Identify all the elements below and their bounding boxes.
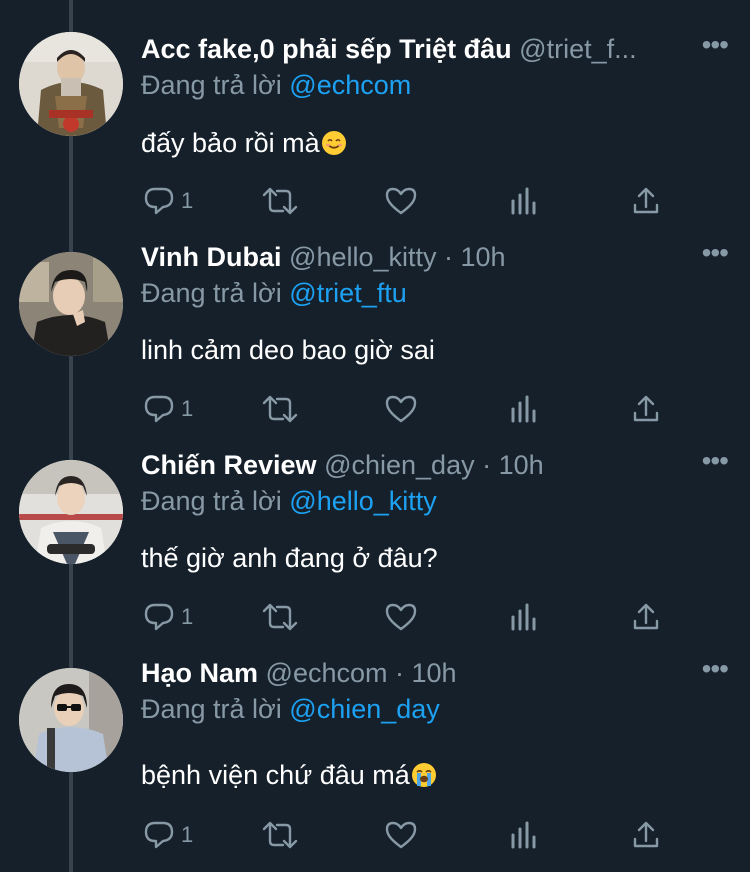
- tweet-text: linh cảm deo bao giờ sai: [141, 331, 435, 369]
- avatar[interactable]: [19, 460, 123, 564]
- analytics-button[interactable]: [509, 181, 539, 221]
- analytics-icon: [511, 395, 536, 423]
- tweet-text-content: đấy bảo rồi mà: [141, 128, 320, 158]
- reply-count: 1: [181, 396, 194, 421]
- reply-count: 1: [181, 822, 194, 847]
- tweet-header: Vinh Dubai @hello_kitty · 10h: [141, 238, 681, 276]
- share-icon: [633, 603, 659, 630]
- handle-and-time[interactable]: @triet_f...: [519, 34, 636, 64]
- share-icon: [633, 187, 659, 214]
- like-button[interactable]: [384, 597, 418, 637]
- analytics-button[interactable]: [509, 815, 539, 855]
- retweet-button[interactable]: [261, 815, 299, 855]
- replying-to-label: Đang trả lời: [141, 694, 282, 724]
- replying-to-label: Đang trả lời: [141, 486, 282, 516]
- more-icon[interactable]: •••: [688, 654, 729, 692]
- reply-mention-link[interactable]: @chien_day: [289, 694, 440, 724]
- share-button[interactable]: [631, 597, 661, 637]
- replying-to: Đang trả lời @hello_kitty: [141, 482, 437, 520]
- retweet-button[interactable]: [261, 389, 299, 429]
- loudly-crying-face-emoji: [411, 763, 436, 787]
- avatar[interactable]: [19, 668, 123, 772]
- tweet-text-content: thế giờ anh đang ở đâu?: [141, 543, 438, 573]
- reply-button[interactable]: 1: [143, 597, 193, 637]
- reply-button[interactable]: 1: [143, 815, 193, 855]
- analytics-icon: [511, 603, 536, 631]
- display-name[interactable]: Hạo Nam: [141, 658, 258, 688]
- heart-icon: [385, 821, 417, 849]
- retweet-icon: [262, 821, 298, 849]
- tweet-actions: 1: [141, 181, 681, 221]
- reply-button[interactable]: 1: [143, 181, 193, 221]
- reply-count: 1: [181, 604, 194, 629]
- share-icon: [633, 821, 659, 848]
- more-icon[interactable]: •••: [688, 446, 729, 484]
- share-icon: [633, 395, 659, 422]
- avatar[interactable]: [19, 252, 123, 356]
- tweet-text-content: linh cảm deo bao giờ sai: [141, 335, 435, 365]
- replying-to: Đang trả lời @triet_ftu: [141, 274, 407, 312]
- handle-and-time[interactable]: @echcom · 10h: [266, 658, 457, 688]
- heart-icon: [385, 603, 417, 631]
- heart-icon: [385, 187, 417, 215]
- replying-to: Đang trả lời @echcom: [141, 66, 411, 104]
- replying-to-label: Đang trả lời: [141, 278, 282, 308]
- retweet-button[interactable]: [261, 181, 299, 221]
- tweet-header: Chiến Review @chien_day · 10h: [141, 446, 681, 484]
- reply-mention-link[interactable]: @triet_ftu: [289, 278, 406, 308]
- tweet-actions: 1: [141, 815, 681, 855]
- tweet-actions: 1: [141, 597, 681, 637]
- reply-icon: [144, 603, 174, 631]
- handle-and-time[interactable]: @chien_day · 10h: [324, 450, 544, 480]
- reply-button[interactable]: 1: [143, 389, 193, 429]
- display-name[interactable]: Vinh Dubai: [141, 242, 282, 272]
- reply-mention-link[interactable]: @echcom: [289, 70, 411, 100]
- tweet-header: Acc fake,0 phải sếp Triệt đâu @triet_f..…: [141, 30, 681, 68]
- share-button[interactable]: [631, 181, 661, 221]
- retweet-icon: [262, 187, 298, 215]
- analytics-button[interactable]: [509, 389, 539, 429]
- share-button[interactable]: [631, 389, 661, 429]
- reply-mention-link[interactable]: @hello_kitty: [289, 486, 436, 516]
- like-button[interactable]: [384, 815, 418, 855]
- analytics-icon: [511, 821, 536, 849]
- reply-count: 1: [181, 188, 194, 213]
- like-button[interactable]: [384, 389, 418, 429]
- analytics-button[interactable]: [509, 597, 539, 637]
- more-icon[interactable]: •••: [688, 238, 729, 276]
- retweet-icon: [262, 395, 298, 423]
- display-name[interactable]: Chiến Review: [141, 450, 317, 480]
- heart-icon: [385, 395, 417, 423]
- replying-to: Đang trả lời @chien_day: [141, 690, 440, 728]
- share-button[interactable]: [631, 815, 661, 855]
- reply-icon: [144, 821, 174, 849]
- tweet-actions: 1: [141, 389, 681, 429]
- handle-and-time[interactable]: @hello_kitty · 10h: [289, 242, 506, 272]
- tweet[interactable]: Chiến Review @chien_day · 10h ••• Đang t…: [0, 444, 750, 652]
- tweet-header: Hạo Nam @echcom · 10h: [141, 654, 681, 692]
- tweet[interactable]: Acc fake,0 phải sếp Triệt đâu @triet_f..…: [0, 28, 750, 236]
- analytics-icon: [511, 187, 536, 215]
- tweet-text: đấy bảo rồi mà: [141, 124, 347, 162]
- tweet[interactable]: Vinh Dubai @hello_kitty · 10h ••• Đang t…: [0, 236, 750, 444]
- tweet-text-content: bệnh viện chứ đâu má: [141, 760, 410, 790]
- reply-icon: [144, 395, 174, 423]
- reply-icon: [144, 187, 174, 215]
- more-icon[interactable]: •••: [688, 30, 729, 68]
- replying-to-label: Đang trả lời: [141, 70, 282, 100]
- retweet-button[interactable]: [261, 597, 299, 637]
- tweet[interactable]: Hạo Nam @echcom · 10h ••• Đang trả lời @…: [0, 652, 750, 860]
- avatar[interactable]: [19, 32, 123, 136]
- tweet-text: thế giờ anh đang ở đâu?: [141, 539, 438, 577]
- smiling-face-emoji: [321, 131, 346, 155]
- like-button[interactable]: [384, 181, 418, 221]
- display-name[interactable]: Acc fake,0 phải sếp Triệt đâu: [141, 34, 512, 64]
- tweet-text: bệnh viện chứ đâu má: [141, 756, 437, 794]
- retweet-icon: [262, 603, 298, 631]
